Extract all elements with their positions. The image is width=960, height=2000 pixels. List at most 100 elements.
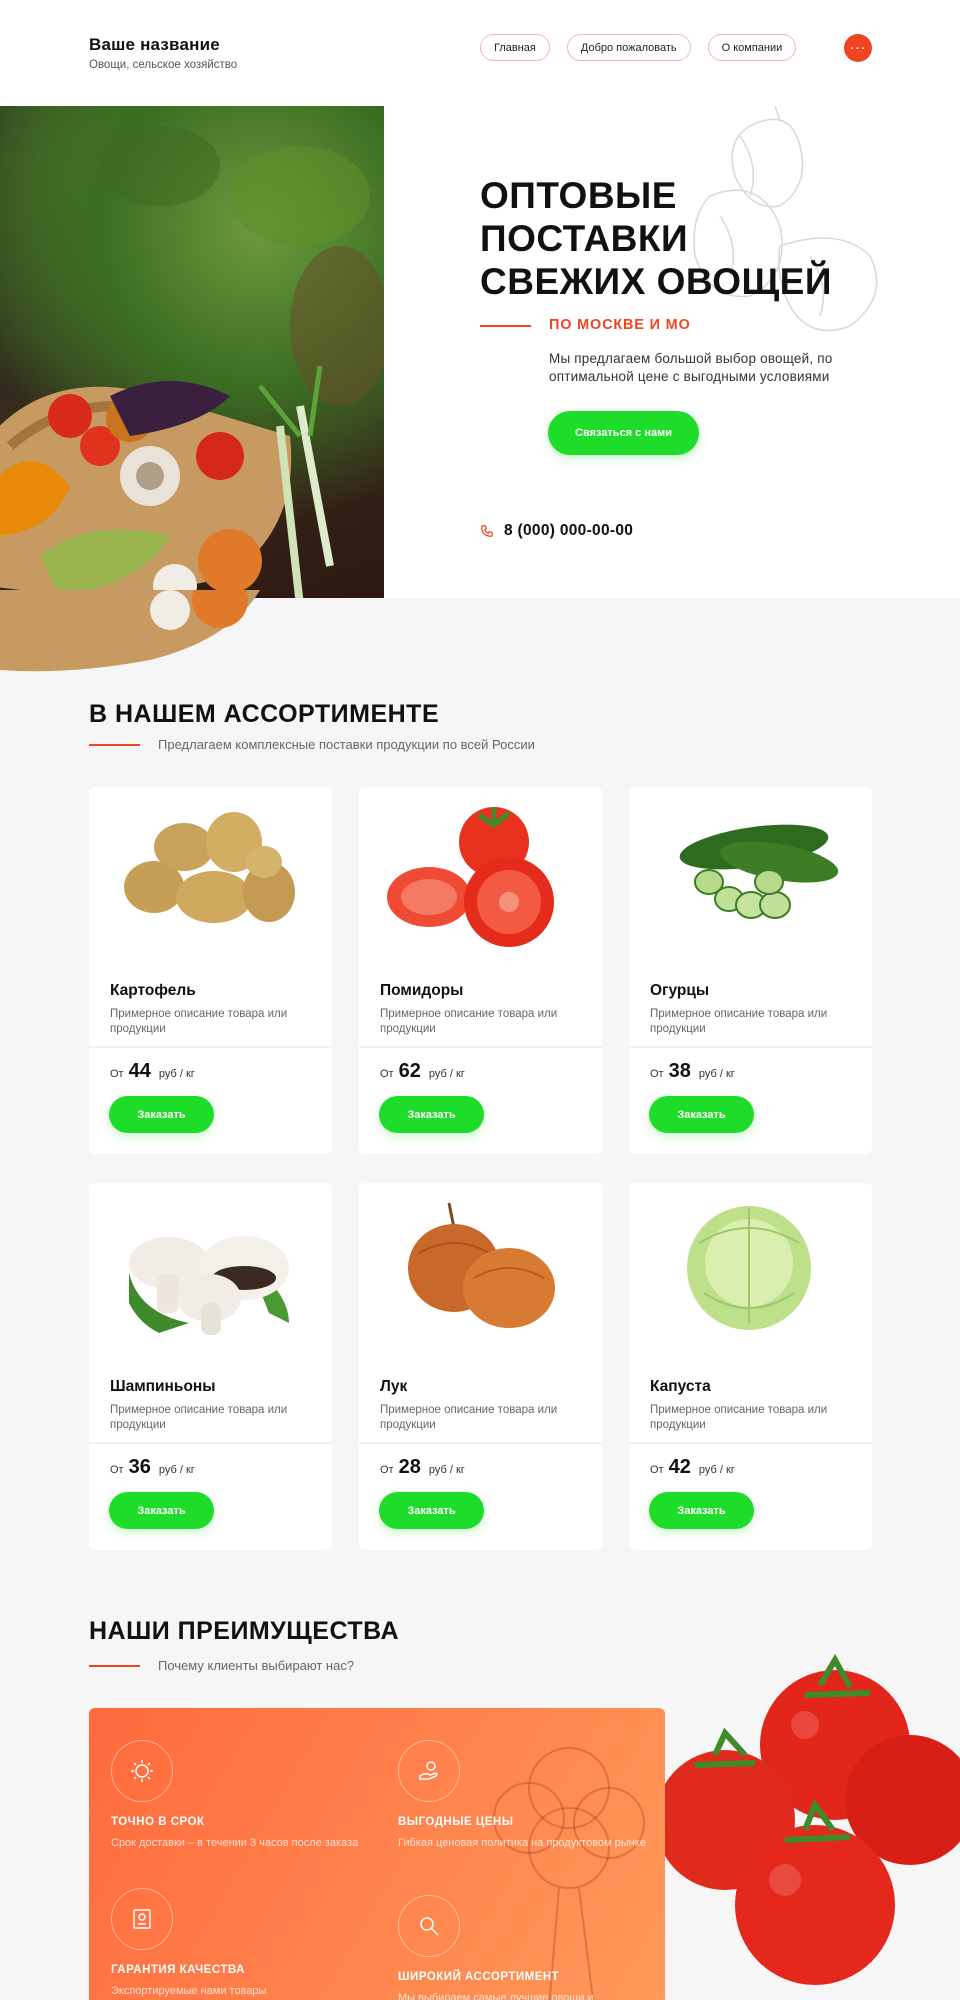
product-price: От 38 руб / кг: [650, 1060, 735, 1083]
certificate-icon: [111, 1888, 173, 1950]
hero-title-line: ПОСТАВКИ: [480, 218, 689, 259]
card-divider: [629, 1046, 872, 1048]
tomato-image: [387, 807, 554, 947]
product-description: Примерное описание товара или продукции: [380, 1008, 558, 1035]
product-card: Огурцы Примерное описание товара или про…: [629, 787, 872, 1154]
price-unit: руб / кг: [428, 1068, 465, 1080]
card-divider: [89, 1046, 332, 1048]
order-button[interactable]: Заказать: [109, 1492, 214, 1529]
product-name: Шампиньоны: [110, 1378, 216, 1395]
price-value: 36: [128, 1456, 151, 1478]
product-card: Шампиньоны Примерное описание товара или…: [89, 1183, 332, 1550]
search-icon: [398, 1895, 460, 1957]
advantage-description: Гибкая ценовая политика на продуктовом р…: [398, 1837, 646, 1849]
brand-subtitle: Овощи, сельское хозяйство: [89, 59, 238, 71]
order-button[interactable]: Заказать: [649, 1096, 754, 1133]
basket-overhang: [0, 590, 260, 672]
order-button[interactable]: Заказать: [109, 1096, 214, 1133]
card-divider: [359, 1442, 602, 1444]
order-button[interactable]: Заказать: [379, 1096, 484, 1133]
advantage-description: Экспортируемые нами товары: [111, 1985, 267, 1997]
accent-divider: [89, 744, 140, 746]
assortment-subtitle: Предлагаем комплексные поставки продукци…: [158, 737, 535, 752]
advantages-title: НАШИ ПРЕИМУЩЕСТВА: [89, 1617, 400, 1645]
price-unit: руб / кг: [428, 1464, 465, 1476]
brand[interactable]: Ваше название Овощи, сельское хозяйство: [89, 35, 237, 71]
sun-clock-icon: [111, 1740, 173, 1802]
advantages-panel: ТОЧНО В СРОК Срок доставки – в течении 3…: [89, 1708, 665, 2000]
product-card: Лук Примерное описание товара или продук…: [359, 1183, 602, 1550]
phone-number: 8 (000) 000-00-00: [504, 522, 634, 539]
product-name: Картофель: [110, 982, 196, 999]
more-menu-button[interactable]: ...: [844, 34, 872, 62]
product-name: Капуста: [650, 1378, 711, 1395]
onion-image: [408, 1202, 555, 1328]
price-unit: руб / кг: [698, 1464, 735, 1476]
price-prefix: От: [110, 1068, 124, 1080]
hero-title: ОПТОВЫЕ ПОСТАВКИ СВЕЖИХ ОВОЩЕЙ: [480, 174, 832, 303]
phone-link[interactable]: 8 (000) 000-00-00: [480, 522, 633, 540]
hero-description: Мы предлагаем большой выбор овощей, по о…: [549, 351, 833, 384]
more-dots-icon: ...: [849, 36, 867, 53]
product-card: Картофель Примерное описание товара или …: [89, 787, 332, 1154]
price-value: 62: [398, 1060, 421, 1082]
card-divider: [359, 1046, 602, 1048]
product-card: Помидоры Примерное описание товара или п…: [359, 787, 602, 1154]
price-value: 42: [668, 1456, 691, 1478]
price-value: 38: [668, 1060, 691, 1082]
order-button[interactable]: Заказать: [649, 1492, 754, 1529]
price-prefix: От: [650, 1464, 664, 1476]
product-description: Примерное описание товара или продукции: [110, 1008, 288, 1035]
product-description: Примерное описание товара или продукции: [650, 1008, 828, 1035]
contact-us-button[interactable]: Связаться с нами: [548, 411, 699, 455]
advantage-description: Срок доставки – в течении 3 часов после …: [111, 1837, 359, 1849]
card-divider: [89, 1442, 332, 1444]
broccoli-sketch-illustration: [493, 1747, 645, 2000]
advantage-title: ШИРОКИЙ АССОРТИМЕНТ: [398, 1971, 560, 1983]
price-prefix: От: [110, 1464, 124, 1476]
mushroom-image: [129, 1236, 289, 1335]
cucumber-image: [679, 824, 839, 919]
price-value: 28: [398, 1456, 421, 1478]
hero-subtitle: ПО МОСКВЕ И МО: [549, 317, 691, 333]
price-prefix: От: [380, 1464, 394, 1476]
price-prefix: От: [380, 1068, 394, 1080]
hero-title-line: ОПТОВЫЕ: [480, 175, 677, 216]
site-header: Ваше название Овощи, сельское хозяйство …: [0, 0, 960, 106]
main-nav: Главная Добро пожаловать О компании: [480, 34, 797, 61]
product-price: От 44 руб / кг: [110, 1060, 195, 1083]
accent-divider: [89, 1665, 140, 1667]
brand-title: Ваше название: [89, 35, 220, 54]
accent-divider: [480, 325, 531, 327]
tomatoes-image: [655, 1654, 960, 1985]
nav-item-about[interactable]: О компании: [707, 34, 797, 61]
advantage-title: ТОЧНО В СРОК: [111, 1816, 205, 1828]
advantage-title: ГАРАНТИЯ КАЧЕСТВА: [111, 1964, 245, 1976]
card-divider: [629, 1442, 872, 1444]
product-description: Примерное описание товара или продукции: [110, 1404, 288, 1431]
product-description: Примерное описание товара или продукции: [380, 1404, 558, 1431]
advantage-description: Мы выбираем самые лучшие овощи и: [398, 1992, 594, 2000]
price-unit: руб / кг: [158, 1464, 195, 1476]
price-hand-icon: [398, 1740, 460, 1802]
product-price: От 36 руб / кг: [110, 1456, 195, 1479]
product-price: От 28 руб / кг: [380, 1456, 465, 1479]
price-value: 44: [128, 1060, 151, 1082]
nav-item-home[interactable]: Главная: [480, 34, 550, 61]
cabbage-image: [687, 1206, 811, 1330]
potato-image: [124, 812, 295, 923]
price-prefix: От: [650, 1068, 664, 1080]
product-name: Помидоры: [380, 982, 464, 999]
product-card: Капуста Примерное описание товара или пр…: [629, 1183, 872, 1550]
product-price: От 42 руб / кг: [650, 1456, 735, 1479]
hero-section: ОПТОВЫЕ ПОСТАВКИ СВЕЖИХ ОВОЩЕЙ ПО МОСКВЕ…: [0, 106, 960, 598]
advantages-subtitle: Почему клиенты выбирают нас?: [158, 1658, 355, 1673]
order-button[interactable]: Заказать: [379, 1492, 484, 1529]
advantage-title: ВЫГОДНЫЕ ЦЕНЫ: [398, 1816, 514, 1828]
nav-item-welcome[interactable]: Добро пожаловать: [566, 34, 691, 61]
hero-title-line: СВЕЖИХ ОВОЩЕЙ: [480, 261, 832, 302]
product-name: Огурцы: [650, 982, 710, 999]
price-unit: руб / кг: [158, 1068, 195, 1080]
price-unit: руб / кг: [698, 1068, 735, 1080]
product-price: От 62 руб / кг: [380, 1060, 465, 1083]
